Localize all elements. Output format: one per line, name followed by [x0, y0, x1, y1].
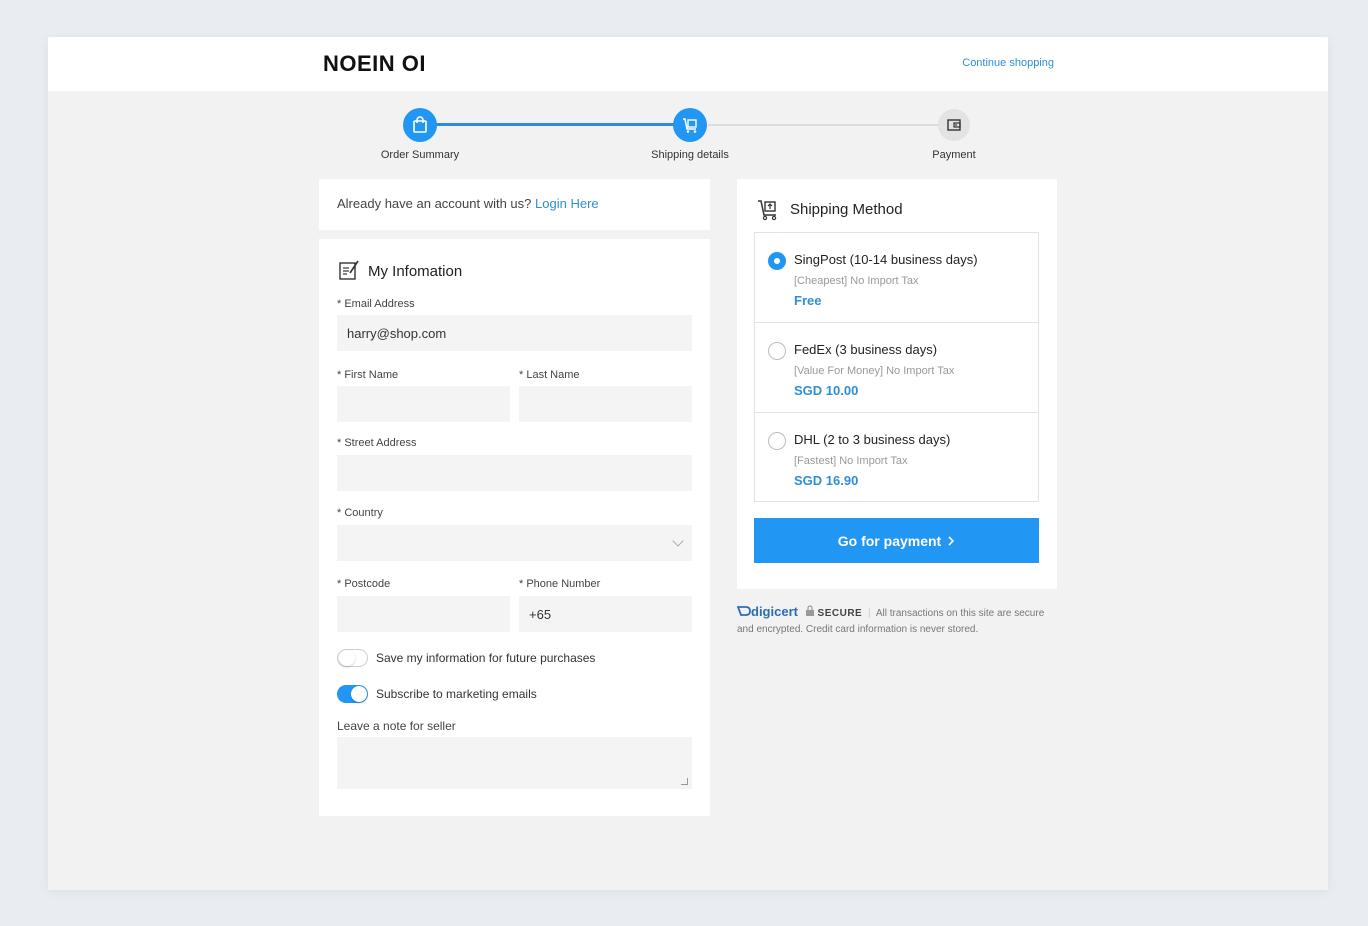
shipping-option-price: SGD 16.90 [794, 473, 859, 488]
step-shipping-details[interactable] [673, 108, 707, 142]
checkout-stepper: Order Summary Shipping details Payment [48, 37, 1328, 177]
subscribe-label: Subscribe to marketing emails [376, 687, 537, 701]
postcode-label: * Postcode [337, 578, 391, 590]
step-payment[interactable] [938, 109, 970, 141]
shipping-option-desc: [Cheapest] No Import Tax [794, 275, 919, 287]
shipping-cart-icon [758, 200, 777, 221]
save-info-label: Save my information for future purchases [376, 651, 596, 665]
checkout-page: NOEIN OI Continue shopping Order Summary… [48, 37, 1328, 890]
radio-unselected[interactable] [768, 432, 786, 450]
edit-form-icon [339, 260, 359, 280]
login-link[interactable]: Login Here [535, 196, 599, 211]
first-name-field[interactable] [337, 386, 510, 422]
email-field[interactable] [337, 315, 692, 351]
street-address-label: * Street Address [337, 437, 417, 449]
last-name-label: * Last Name [519, 369, 580, 381]
last-name-field[interactable] [519, 386, 692, 422]
go-for-payment-button[interactable]: Go for payment [754, 518, 1039, 563]
shipping-option-singpost[interactable]: SingPost (10-14 business days) [Cheapest… [755, 233, 1038, 323]
my-information-title: My Infomation [368, 263, 463, 280]
resize-grip-icon[interactable] [681, 778, 688, 785]
first-name-label: * First Name [337, 369, 399, 381]
shipping-icon [683, 118, 697, 133]
shipping-option-price: SGD 10.00 [794, 383, 859, 398]
lock-icon [805, 605, 814, 616]
account-prompt-card: Already have an account with us? Login H… [319, 179, 710, 230]
shipping-option-price: Free [794, 293, 822, 308]
shipping-method-card: Shipping Method SingPost (10-14 business… [737, 179, 1057, 589]
street-address-field[interactable] [337, 455, 692, 491]
shopping-bag-icon [413, 116, 427, 133]
digicert-logo: digicert [751, 604, 798, 619]
my-information-card: My Infomation * Email Address * First Na… [319, 239, 710, 816]
phone-number-field[interactable] [519, 596, 692, 632]
step-label-order-summary: Order Summary [380, 149, 460, 161]
country-label: * Country [337, 507, 383, 519]
email-label: * Email Address [337, 298, 415, 310]
shipping-option-name: SingPost (10-14 business days) [794, 252, 978, 267]
seller-note-field[interactable] [337, 737, 692, 789]
shipping-options-list: SingPost (10-14 business days) [Cheapest… [754, 232, 1039, 502]
shipping-option-desc: [Fastest] No Import Tax [794, 455, 908, 467]
shipping-option-name: DHL (2 to 3 business days) [794, 432, 951, 447]
chevron-right-icon [948, 535, 955, 546]
phone-number-label: * Phone Number [519, 578, 601, 590]
divider: | [868, 608, 871, 619]
postcode-field[interactable] [337, 596, 510, 632]
shipping-option-fedex[interactable]: FedEx (3 business days) [Value For Money… [755, 323, 1038, 413]
step-label-payment: Payment [932, 149, 976, 161]
shipping-option-desc: [Value For Money] No Import Tax [794, 365, 955, 377]
stepper-track-pending [708, 124, 954, 126]
account-prompt: Already have an account with us? Login H… [337, 196, 599, 211]
stepper-track-complete [420, 123, 690, 126]
subscribe-toggle[interactable] [337, 685, 368, 703]
step-order-summary[interactable] [403, 108, 437, 142]
security-notice: digicert SECURE | All transactions on th… [736, 604, 1059, 638]
shipping-method-title: Shipping Method [790, 201, 903, 218]
secure-badge: SECURE [817, 608, 863, 619]
radio-selected[interactable] [768, 252, 786, 270]
shipping-option-dhl[interactable]: DHL (2 to 3 business days) [Fastest] No … [755, 413, 1038, 503]
seller-note-label: Leave a note for seller [337, 719, 456, 733]
step-label-shipping-details: Shipping details [651, 149, 729, 161]
radio-unselected[interactable] [768, 342, 786, 360]
toggle-knob [351, 686, 367, 702]
wallet-icon [947, 119, 961, 131]
digicert-logo-icon [736, 606, 751, 616]
pay-button-label: Go for payment [837, 532, 942, 549]
save-info-toggle[interactable] [337, 649, 368, 667]
country-select[interactable] [337, 525, 692, 561]
chevron-down-icon [672, 535, 684, 547]
toggle-knob [339, 650, 355, 666]
shipping-option-name: FedEx (3 business days) [794, 342, 938, 357]
account-prompt-text: Already have an account with us? [337, 196, 532, 211]
